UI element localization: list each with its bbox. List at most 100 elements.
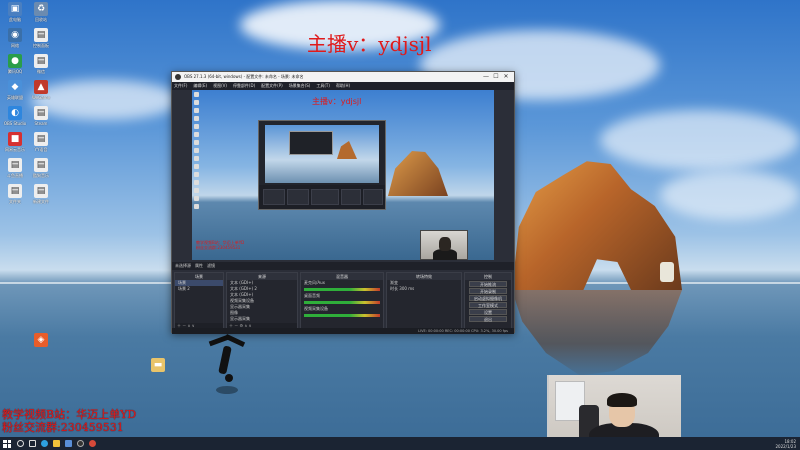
recycle-bin-icon: ♻ [34,2,48,16]
scenes-dock: 场景 场景 场景 2 ＋ － ∧ ∨ [174,272,224,330]
mixer-header: 混音器 [301,273,383,280]
volume-meter[interactable] [304,288,380,291]
obs-logo-icon [175,74,181,80]
menu-tools[interactable]: 工具(T) [316,83,330,89]
preview-watermark: 主播v：ydjsjl [312,97,362,106]
desktop-file-icon[interactable] [660,262,674,282]
maximize-button[interactable]: ☐ [491,72,501,82]
document-icon: ▤ [34,158,48,172]
desktop-icon[interactable]: ▤ 酷狗音乐 [28,158,54,184]
properties-button[interactable]: 属性 [195,263,203,269]
volume-meter[interactable] [304,314,380,317]
virtual-camera-button[interactable]: 启动虚拟摄像机 [469,295,507,301]
obs-preview-canvas[interactable]: 主播v：ydjsjl 教学视频B站：华迈上单YD 粉丝交流群:230459531 [192,90,494,260]
obs-titlebar[interactable]: OBS 27.1.3 (64-bit, windows) - 配置文件: 未命名… [172,72,514,82]
document-icon: ▤ [34,28,48,42]
mixer-channel-label: 麦克风/Aux [304,280,325,285]
filters-button[interactable]: 滤镜 [207,263,215,269]
search-icon[interactable] [14,437,26,450]
edge-icon[interactable] [38,437,50,450]
clock[interactable]: 18:02 2022/1/23 [775,439,796,449]
desktop-icon[interactable]: ◐ OBS Studio [2,106,28,132]
desktop-icon[interactable]: ▤ 斗鱼直播 [2,158,28,184]
sources-header: 来源 [227,273,297,280]
document-icon: ▤ [34,184,48,198]
minimize-button[interactable]: — [481,72,491,82]
silhouette-shadow [216,386,238,394]
desktop-icon[interactable]: ▤ 新建文件 [28,184,54,210]
volume-meter[interactable] [304,301,380,304]
source-item[interactable]: 显示器采集 [227,316,297,322]
desktop-icon[interactable]: ♻ 回收站 [28,2,54,28]
scenes-header: 场景 [175,273,223,280]
exit-button[interactable]: 退出 [469,316,507,322]
windows-taskbar: 18:02 2022/1/23 [0,437,800,450]
document-icon: ▤ [34,106,48,120]
obs-window[interactable]: OBS 27.1.3 (64-bit, windows) - 配置文件: 未命名… [171,71,515,334]
desktop-icon[interactable]: ◆ 英雄联盟 [2,80,28,106]
source-toolbar: 未选择源 属性 滤镜 [172,262,514,270]
menu-view[interactable]: 视图(V) [213,83,227,89]
preview-promo-text: 教学视频B站：华迈上单YD 粉丝交流群:230459531 [196,240,245,250]
audio-mixer-dock: 混音器 麦克风/Aux 桌面音频 视频采集设备 [300,272,384,330]
menu-docks[interactable]: 停靠部件(D) [233,83,255,89]
obs-icon[interactable] [74,437,86,450]
menu-help[interactable]: 帮助(H) [336,83,350,89]
settings-button[interactable]: 设置 [469,309,507,315]
game-icon: ▲ [34,80,48,94]
preview-webcam [420,230,468,260]
desktop-icon[interactable]: ▤ 文件夹 [2,184,28,210]
clock-date: 2022/1/23 [775,443,796,449]
chrome-icon[interactable] [86,437,98,450]
desktop-icon[interactable]: ▤ 控制面板 [28,28,54,54]
menu-file[interactable]: 文件(F) [174,83,187,89]
start-recording-button[interactable]: 开始录制 [469,288,507,294]
desktop-icon[interactable]: ▤ Steam [28,106,54,132]
store-icon[interactable] [62,437,74,450]
desktop-icon[interactable]: ● 腾讯QQ [2,54,28,80]
promo-line-bilibili: 教学视频B站：华迈上单YD [2,408,137,421]
transition-duration[interactable]: 时长 300 ms [387,286,461,292]
controls-dock: 控制 开始推流 开始录制 启动虚拟摄像机 工作室模式 设置 退出 [464,272,512,330]
desktop-icon[interactable]: ■ 网易云音乐 [2,132,28,158]
rock-reflection [512,290,682,376]
scene-item[interactable]: 场景 2 [175,286,223,292]
no-source-selected: 未选择源 [175,263,191,268]
promo-line-group: 粉丝交流群:230459531 [2,421,124,434]
desktop-icon[interactable]: ▤ 微信 [28,54,54,80]
network-icon: ◉ [8,28,22,42]
folder-icon[interactable] [50,437,62,450]
close-button[interactable]: ✕ [501,72,511,82]
wechat-icon: ◆ [8,80,22,94]
document-icon: ▤ [34,54,48,68]
menu-scene-collection[interactable]: 场景集合(S) [289,83,311,89]
obs-window-title: OBS 27.1.3 (64-bit, windows) - 配置文件: 未命名… [184,74,304,79]
mixer-channel-label: 视频采集设备 [304,306,328,311]
qq-icon: ● [8,54,22,68]
document-icon: ▤ [8,184,22,198]
studio-mode-button[interactable]: 工作室模式 [469,302,507,308]
app-icon: ◈ [34,333,48,347]
windows-logo-icon [3,439,11,448]
controls-header: 控制 [465,273,511,280]
desktop-icon[interactable]: ▣ 此电脑 [2,2,28,28]
sea-arch-rock [512,161,682,290]
desktop-icon[interactable]: ◈ [28,333,54,359]
start-streaming-button[interactable]: 开始推流 [469,281,507,287]
desktop-icon[interactable]: ▲ WeGame [28,80,54,106]
desktop-icon[interactable]: ▤ YY语音 [28,132,54,158]
task-view-icon[interactable] [26,437,38,450]
computer-icon: ▣ [8,2,22,16]
app-icon: ■ [8,132,22,146]
start-button[interactable] [0,437,14,450]
desktop-folder-icon[interactable]: ▬ [145,358,171,384]
system-tray[interactable]: 18:02 2022/1/23 [775,437,796,450]
menu-profile[interactable]: 配置文件(P) [261,83,283,89]
obs-dock-area: 未选择源 属性 滤镜 场景 场景 场景 2 ＋ － ∧ ∨ 来源 文本 (GDI… [172,262,514,332]
desktop-icon[interactable]: ◉ 网络 [2,28,28,54]
menu-edit[interactable]: 编辑(E) [193,83,207,89]
cloud [660,170,800,220]
sources-dock: 来源 文本 (GDI+) 文本 (GDI+) 2 文本 (GDI+) 视频采集设… [226,272,298,330]
nested-obs-preview [258,120,386,210]
transitions-header: 转场特效 [387,273,461,280]
